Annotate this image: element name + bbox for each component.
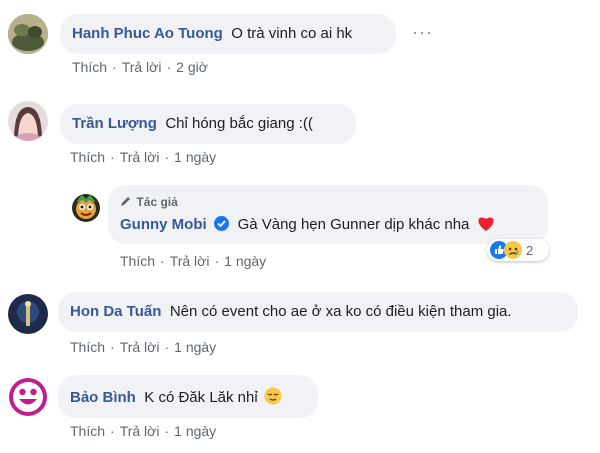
pencil-icon <box>121 197 130 206</box>
comment-text: Nên có event cho ae ở xa ko có điều kiện… <box>169 303 512 320</box>
avatar-image <box>8 294 48 334</box>
avatar-image <box>8 101 48 141</box>
comment-text: Chỉ hóng bắc giang :(( <box>165 115 313 132</box>
comment-text: O trà vinh co ai hk <box>231 25 353 42</box>
separator: · <box>214 253 220 269</box>
commenter-name[interactable]: Gunny Mobi <box>120 216 207 233</box>
author-badge: Tác giả <box>120 193 536 211</box>
comment-actions: Thích · Trả lời · 1 ngày <box>70 339 216 355</box>
comment-actions: Thích · Trả lời · 1 ngày <box>120 253 266 269</box>
comment-bubble: Bảo Bình K có Đăk Lăk nhỉ <box>58 375 318 418</box>
avatar[interactable] <box>8 294 48 334</box>
comment-bubble: Trần Lượng Chỉ hóng bắc giang :(( <box>60 104 356 144</box>
comment-text: K có Đăk Lăk nhỉ <box>144 389 258 406</box>
reply-link[interactable]: Trả lời <box>122 59 162 75</box>
verified-badge-icon <box>214 216 230 231</box>
more-options-icon[interactable]: ··· <box>412 22 433 43</box>
comment-bubble: Hanh Phuc Ao Tuong O trà vinh co ai hk <box>60 14 396 54</box>
commenter-name[interactable]: Bảo Bình <box>70 389 136 406</box>
relieved-emoji-icon <box>264 387 282 405</box>
timestamp[interactable]: 1 ngày <box>174 339 216 355</box>
like-link[interactable]: Thích <box>120 253 155 269</box>
red-heart-icon <box>478 217 494 231</box>
reply-link[interactable]: Trả lời <box>120 423 160 439</box>
author-badge-label: Tác giả <box>136 195 178 209</box>
separator: · <box>160 253 165 269</box>
commenter-name[interactable]: Trần Lượng <box>72 115 157 132</box>
reply-link[interactable]: Trả lời <box>120 149 160 165</box>
separator: · <box>164 149 170 165</box>
timestamp[interactable]: 2 giờ <box>176 59 208 75</box>
avatar-image <box>72 194 100 222</box>
separator: · <box>110 149 115 165</box>
comment-text: Gà Vàng hẹn Gunner dịp khác nha <box>237 216 470 233</box>
comment-actions: Thích · Trả lời · 1 ngày <box>70 423 216 439</box>
like-link[interactable]: Thích <box>70 149 105 165</box>
timestamp[interactable]: 1 ngày <box>174 423 216 439</box>
reply-link[interactable]: Trả lời <box>170 253 210 269</box>
comment-actions: Thích · Trả lời · 1 ngày <box>70 149 216 165</box>
reactions-summary[interactable]: 2 <box>487 239 549 261</box>
reaction-count: 2 <box>526 242 534 258</box>
separator: · <box>110 423 115 439</box>
smiley-avatar-icon <box>9 378 47 416</box>
commenter-name[interactable]: Hanh Phuc Ao Tuong <box>72 25 223 42</box>
comment-actions: Thích · Trả lời · 2 giờ <box>72 59 208 75</box>
separator: · <box>164 339 170 355</box>
timestamp[interactable]: 1 ngày <box>224 253 266 269</box>
avatar[interactable] <box>8 101 48 141</box>
like-link[interactable]: Thích <box>70 423 105 439</box>
like-link[interactable]: Thích <box>70 339 105 355</box>
avatar[interactable] <box>72 194 100 222</box>
timestamp[interactable]: 1 ngày <box>174 149 216 165</box>
comment-bubble: Hon Da Tuấn Nên có event cho ae ở xa ko … <box>58 292 578 332</box>
avatar[interactable] <box>8 377 48 417</box>
separator: · <box>164 423 170 439</box>
separator: · <box>166 59 172 75</box>
separator: · <box>112 59 117 75</box>
reply-link[interactable]: Trả lời <box>120 339 160 355</box>
avatar-image <box>8 14 48 54</box>
commenter-name[interactable]: Hon Da Tuấn <box>70 303 161 320</box>
separator: · <box>110 339 115 355</box>
like-link[interactable]: Thích <box>72 59 107 75</box>
sad-reaction-icon <box>504 241 522 259</box>
avatar[interactable] <box>8 14 48 54</box>
reply-bubble: Tác giả Gunny Mobi Gà Vàng hẹn Gunner dị… <box>108 185 548 244</box>
